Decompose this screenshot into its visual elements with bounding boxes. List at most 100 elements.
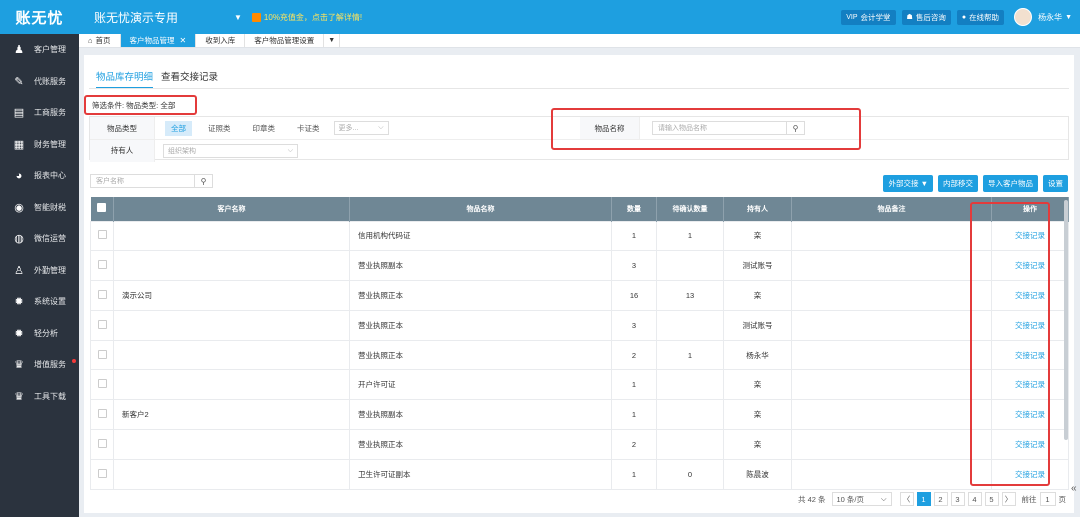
customer-name-input[interactable]: 客户名称 [90, 174, 195, 188]
sidebar-item[interactable]: ◉ 智能财税 [0, 192, 79, 224]
account-dropdown-icon[interactable]: ▼ [234, 13, 242, 22]
tab-item-settings[interactable]: 客户物品管理设置 [245, 34, 325, 47]
row-checkbox[interactable] [90, 220, 114, 252]
sidebar-menu-icon: ▦ [13, 138, 25, 151]
cell-pending [656, 369, 724, 401]
user-menu-chevron-icon[interactable]: ▼ [1065, 14, 1072, 21]
table-row: 营业执照正本 2 1 杨永华 交接记录 [90, 339, 1069, 371]
next-page-button[interactable]: 〉 [1001, 492, 1016, 506]
close-icon[interactable]: ✕ [180, 36, 187, 45]
row-checkbox[interactable] [90, 399, 114, 431]
tab-receive-stock[interactable]: 收到入库 [196, 34, 246, 47]
page-number-button[interactable]: 2 [933, 492, 948, 506]
type-option-license[interactable]: 证照类 [202, 121, 237, 136]
user-name[interactable]: 杨永华 [1038, 12, 1062, 23]
cell-qty: 1 [611, 220, 657, 252]
promo-banner[interactable]: 10%充值金，点击了解详情! [251, 12, 363, 23]
sidebar-item-label: 财务管理 [34, 139, 66, 149]
select-placeholder: 组织架构 [168, 147, 196, 155]
tab-home[interactable]: ⌂ 首页 [79, 34, 121, 47]
goto-page-input[interactable]: 1 [1039, 492, 1056, 506]
page-number-button[interactable]: 4 [967, 492, 982, 506]
page-number-button[interactable]: 3 [950, 492, 965, 506]
action-button[interactable]: 内部移交 [938, 175, 978, 192]
page-number-button[interactable]: 1 [916, 492, 931, 506]
cell-item: 开户许可证 [349, 369, 612, 401]
cell-item: 营业执照正本 [349, 339, 612, 371]
prev-page-button[interactable]: 〈 [899, 492, 914, 506]
app-logo[interactable]: 账无忧 [0, 0, 79, 34]
collapse-double-chevron-icon[interactable]: « [1071, 483, 1077, 494]
tab-handover-records[interactable]: 查看交接记录 [161, 69, 218, 89]
top-button-icon: ☗ [906, 14, 913, 21]
row-checkbox[interactable] [90, 369, 114, 401]
row-checkbox[interactable] [90, 458, 114, 490]
table-scrollbar[interactable] [1064, 200, 1068, 440]
home-icon: ⌂ [88, 36, 93, 45]
page-numbers: 12345 [914, 492, 999, 506]
items-table: 客户名称 物品名称 数量 待确认数量 持有人 物品备注 操作 信用机构代码证 1 1… [90, 197, 1069, 490]
action-button[interactable]: 导入客户物品 [983, 175, 1038, 192]
more-types-select[interactable]: 更多... ⌵ [333, 121, 389, 135]
avatar[interactable] [1014, 8, 1033, 26]
cell-item: 营业执照正本 [349, 429, 612, 460]
highlight-box-filter [84, 95, 197, 115]
table-row: 营业执照正本 2 栾交接记录 [90, 429, 1069, 460]
sidebar-item[interactable]: ♙ 外勤管理 [0, 255, 79, 287]
sidebar-item[interactable]: ◕ 报表中心 [0, 160, 79, 192]
top-help-button[interactable]: ● 在线帮助 [956, 9, 1005, 25]
cell-qty: 2 [611, 339, 657, 371]
tab-inventory-detail[interactable]: 物品库存明细 [96, 69, 154, 89]
row-checkbox[interactable] [90, 309, 114, 341]
col-qty: 数量 [611, 197, 657, 221]
sidebar-item[interactable]: ♟ 客户管理 [0, 34, 79, 66]
select-all-checkbox[interactable] [90, 197, 114, 221]
holder-org-select[interactable]: 组织架构 ⌵ [163, 143, 298, 158]
search-icon[interactable]: ⚲ [195, 174, 213, 188]
row-checkbox[interactable] [90, 339, 114, 371]
sidebar-menu-icon: ♙ [14, 264, 24, 277]
sidebar-menu-icon: ◉ [14, 201, 24, 214]
cell-pending: 0 [656, 458, 724, 490]
sidebar-item[interactable]: ◍ 微信运营 [0, 223, 79, 255]
sidebar-item[interactable]: ♛ 增值服务 [0, 349, 79, 381]
sidebar-item[interactable]: ▦ 财务管理 [0, 129, 79, 161]
row-checkbox[interactable] [90, 250, 114, 282]
cell-note [791, 399, 992, 431]
page-number-button[interactable]: 5 [984, 492, 999, 506]
tab-customer-items[interactable]: 客户物品管理 ✕ [120, 34, 197, 47]
cell-note [791, 250, 992, 282]
page-size-value: 10 条/页 [836, 494, 865, 504]
action-button[interactable]: 外部交接 ▼ [883, 175, 933, 192]
table-header-row: 客户名称 物品名称 数量 待确认数量 持有人 物品备注 操作 [90, 197, 1069, 221]
cell-note [791, 458, 992, 490]
page-size-select[interactable]: 10 条/页 ⌵ [831, 492, 892, 506]
promo-text: 10%充值金，点击了解详情! [263, 12, 363, 22]
help-buttons: VIP 会计学堂 ☗ 售后咨询 ● 在线帮助 [835, 9, 1005, 25]
action-button[interactable]: 设置 [1043, 175, 1068, 192]
tabs-more-chevron-icon[interactable]: ▼ [324, 34, 341, 47]
row-checkbox[interactable] [90, 280, 114, 311]
sidebar-menu-icon: ✹ [14, 327, 24, 340]
sidebar-item-label: 工具下载 [34, 391, 66, 401]
type-option-all[interactable]: 全部 [165, 120, 192, 136]
sidebar-item[interactable]: ✎ 代账服务 [0, 66, 79, 98]
notification-dot [72, 359, 76, 363]
sidebar: 账无忧 ♟ 客户管理 ✎ 代账服务 ▤ 工商服务 ▦ 财务管理 ◕ 报表中心 ◉ 智能财税 ◍ 微信运营 ♙… [0, 0, 79, 517]
main-panel: 物品库存明细 查看交接记录 筛选条件: 物品类型: 全部 物品类型 全部 证照类… [84, 55, 1074, 513]
cell-customer [113, 429, 350, 460]
type-option-card[interactable]: 卡证类 [291, 121, 326, 136]
row-checkbox[interactable] [90, 429, 114, 460]
sidebar-item[interactable]: ✹ 系统设置 [0, 286, 79, 318]
cell-customer: 演示公司 [113, 280, 350, 311]
account-title[interactable]: 账无忧演示专用 [94, 9, 234, 26]
sidebar-item[interactable]: ✹ 轻分析 [0, 318, 79, 350]
type-option-seal[interactable]: 印章类 [247, 121, 282, 136]
sidebar-item[interactable]: ♛ 工具下载 [0, 381, 79, 413]
cell-qty: 1 [611, 369, 657, 401]
top-help-button[interactable]: ☗ 售后咨询 [901, 9, 951, 25]
sidebar-item-label: 智能财税 [34, 202, 66, 212]
top-help-button[interactable]: VIP 会计学堂 [841, 9, 896, 25]
cell-holder: 测试账号 [723, 250, 792, 282]
sidebar-item[interactable]: ▤ 工商服务 [0, 97, 79, 129]
